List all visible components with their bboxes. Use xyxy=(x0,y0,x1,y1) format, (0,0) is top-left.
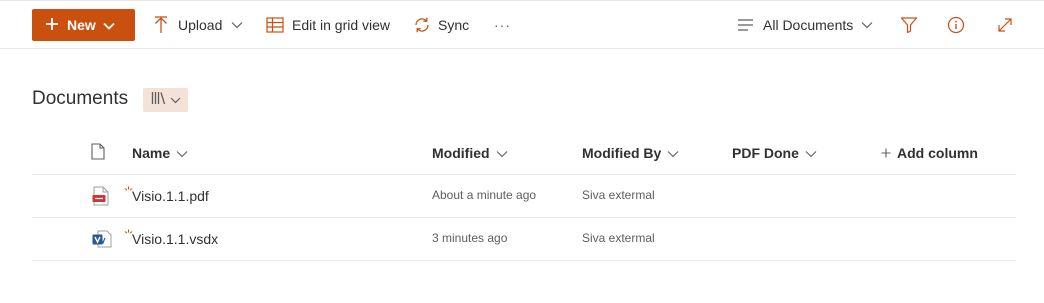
document-icon xyxy=(91,143,105,163)
file-type-column-header[interactable] xyxy=(91,131,105,175)
upload-label: Upload xyxy=(178,16,223,33)
view-switcher-label: All Documents xyxy=(763,16,854,33)
expand-button[interactable] xyxy=(996,1,1014,48)
chevron-down-icon xyxy=(496,145,508,161)
pdf-done-column-label: PDF Done xyxy=(732,145,799,161)
sync-button[interactable]: Sync xyxy=(413,1,469,48)
modified-column-label: Modified xyxy=(432,145,490,161)
add-column-button[interactable]: Add column xyxy=(881,131,978,175)
name-column-header[interactable]: Name xyxy=(132,131,188,175)
visio-file-icon xyxy=(92,218,112,260)
add-column-label: Add column xyxy=(897,145,978,161)
upload-button[interactable]: Upload xyxy=(154,1,243,48)
edit-grid-view-button[interactable]: Edit in grid view xyxy=(266,1,390,48)
upload-arrow-icon xyxy=(154,15,168,34)
modified-value: 3 minutes ago xyxy=(432,231,508,245)
new-button[interactable]: New xyxy=(32,9,135,41)
chevron-down-icon xyxy=(861,21,873,29)
expand-icon xyxy=(996,16,1014,34)
row-divider xyxy=(32,260,1016,261)
plus-icon xyxy=(45,17,59,34)
modified-by-value[interactable]: Siva extermal xyxy=(582,174,655,216)
filter-icon xyxy=(900,16,918,34)
name-column-label: Name xyxy=(132,145,171,161)
modified-by-column-label: Modified By xyxy=(582,145,662,161)
more-icon: ··· xyxy=(494,16,511,33)
pdf-done-column-header[interactable]: PDF Done xyxy=(732,131,817,175)
document-library-page: New Upload Edit in grid view Sync ··· Al… xyxy=(0,0,1044,303)
chevron-down-icon xyxy=(176,145,188,161)
modified-column-header[interactable]: Modified xyxy=(432,131,508,175)
chevron-down-icon xyxy=(103,17,115,33)
modified-by-value[interactable]: Siva extermal xyxy=(582,217,655,259)
chevron-down-icon xyxy=(667,145,679,161)
sync-label: Sync xyxy=(438,16,470,33)
new-button-label: New xyxy=(67,17,96,33)
pdf-file-icon xyxy=(92,175,110,217)
info-button[interactable] xyxy=(947,1,965,48)
sync-icon xyxy=(413,16,431,34)
chevron-down-icon xyxy=(170,91,181,109)
chevron-down-icon xyxy=(231,21,243,29)
filter-button[interactable] xyxy=(900,1,918,48)
page-title: Documents xyxy=(32,88,129,109)
view-switcher-button[interactable]: All Documents xyxy=(737,1,873,48)
command-bar: New Upload Edit in grid view Sync ··· Al… xyxy=(0,1,1044,49)
grid-view-icon xyxy=(266,16,284,33)
modified-by-column-header[interactable]: Modified By xyxy=(582,131,679,175)
edit-grid-view-label: Edit in grid view xyxy=(292,16,391,33)
modified-value: About a minute ago xyxy=(432,188,537,202)
list-view-icon xyxy=(737,18,754,31)
file-name-link[interactable]: Visio.1.1.vsdx xyxy=(132,218,218,260)
chevron-down-icon xyxy=(805,145,817,161)
info-icon xyxy=(947,16,965,34)
more-button[interactable]: ··· xyxy=(494,1,511,48)
file-name-link[interactable]: Visio.1.1.pdf xyxy=(132,175,209,217)
library-view-button[interactable] xyxy=(143,88,188,112)
library-icon xyxy=(151,91,167,110)
plus-icon xyxy=(881,145,891,161)
